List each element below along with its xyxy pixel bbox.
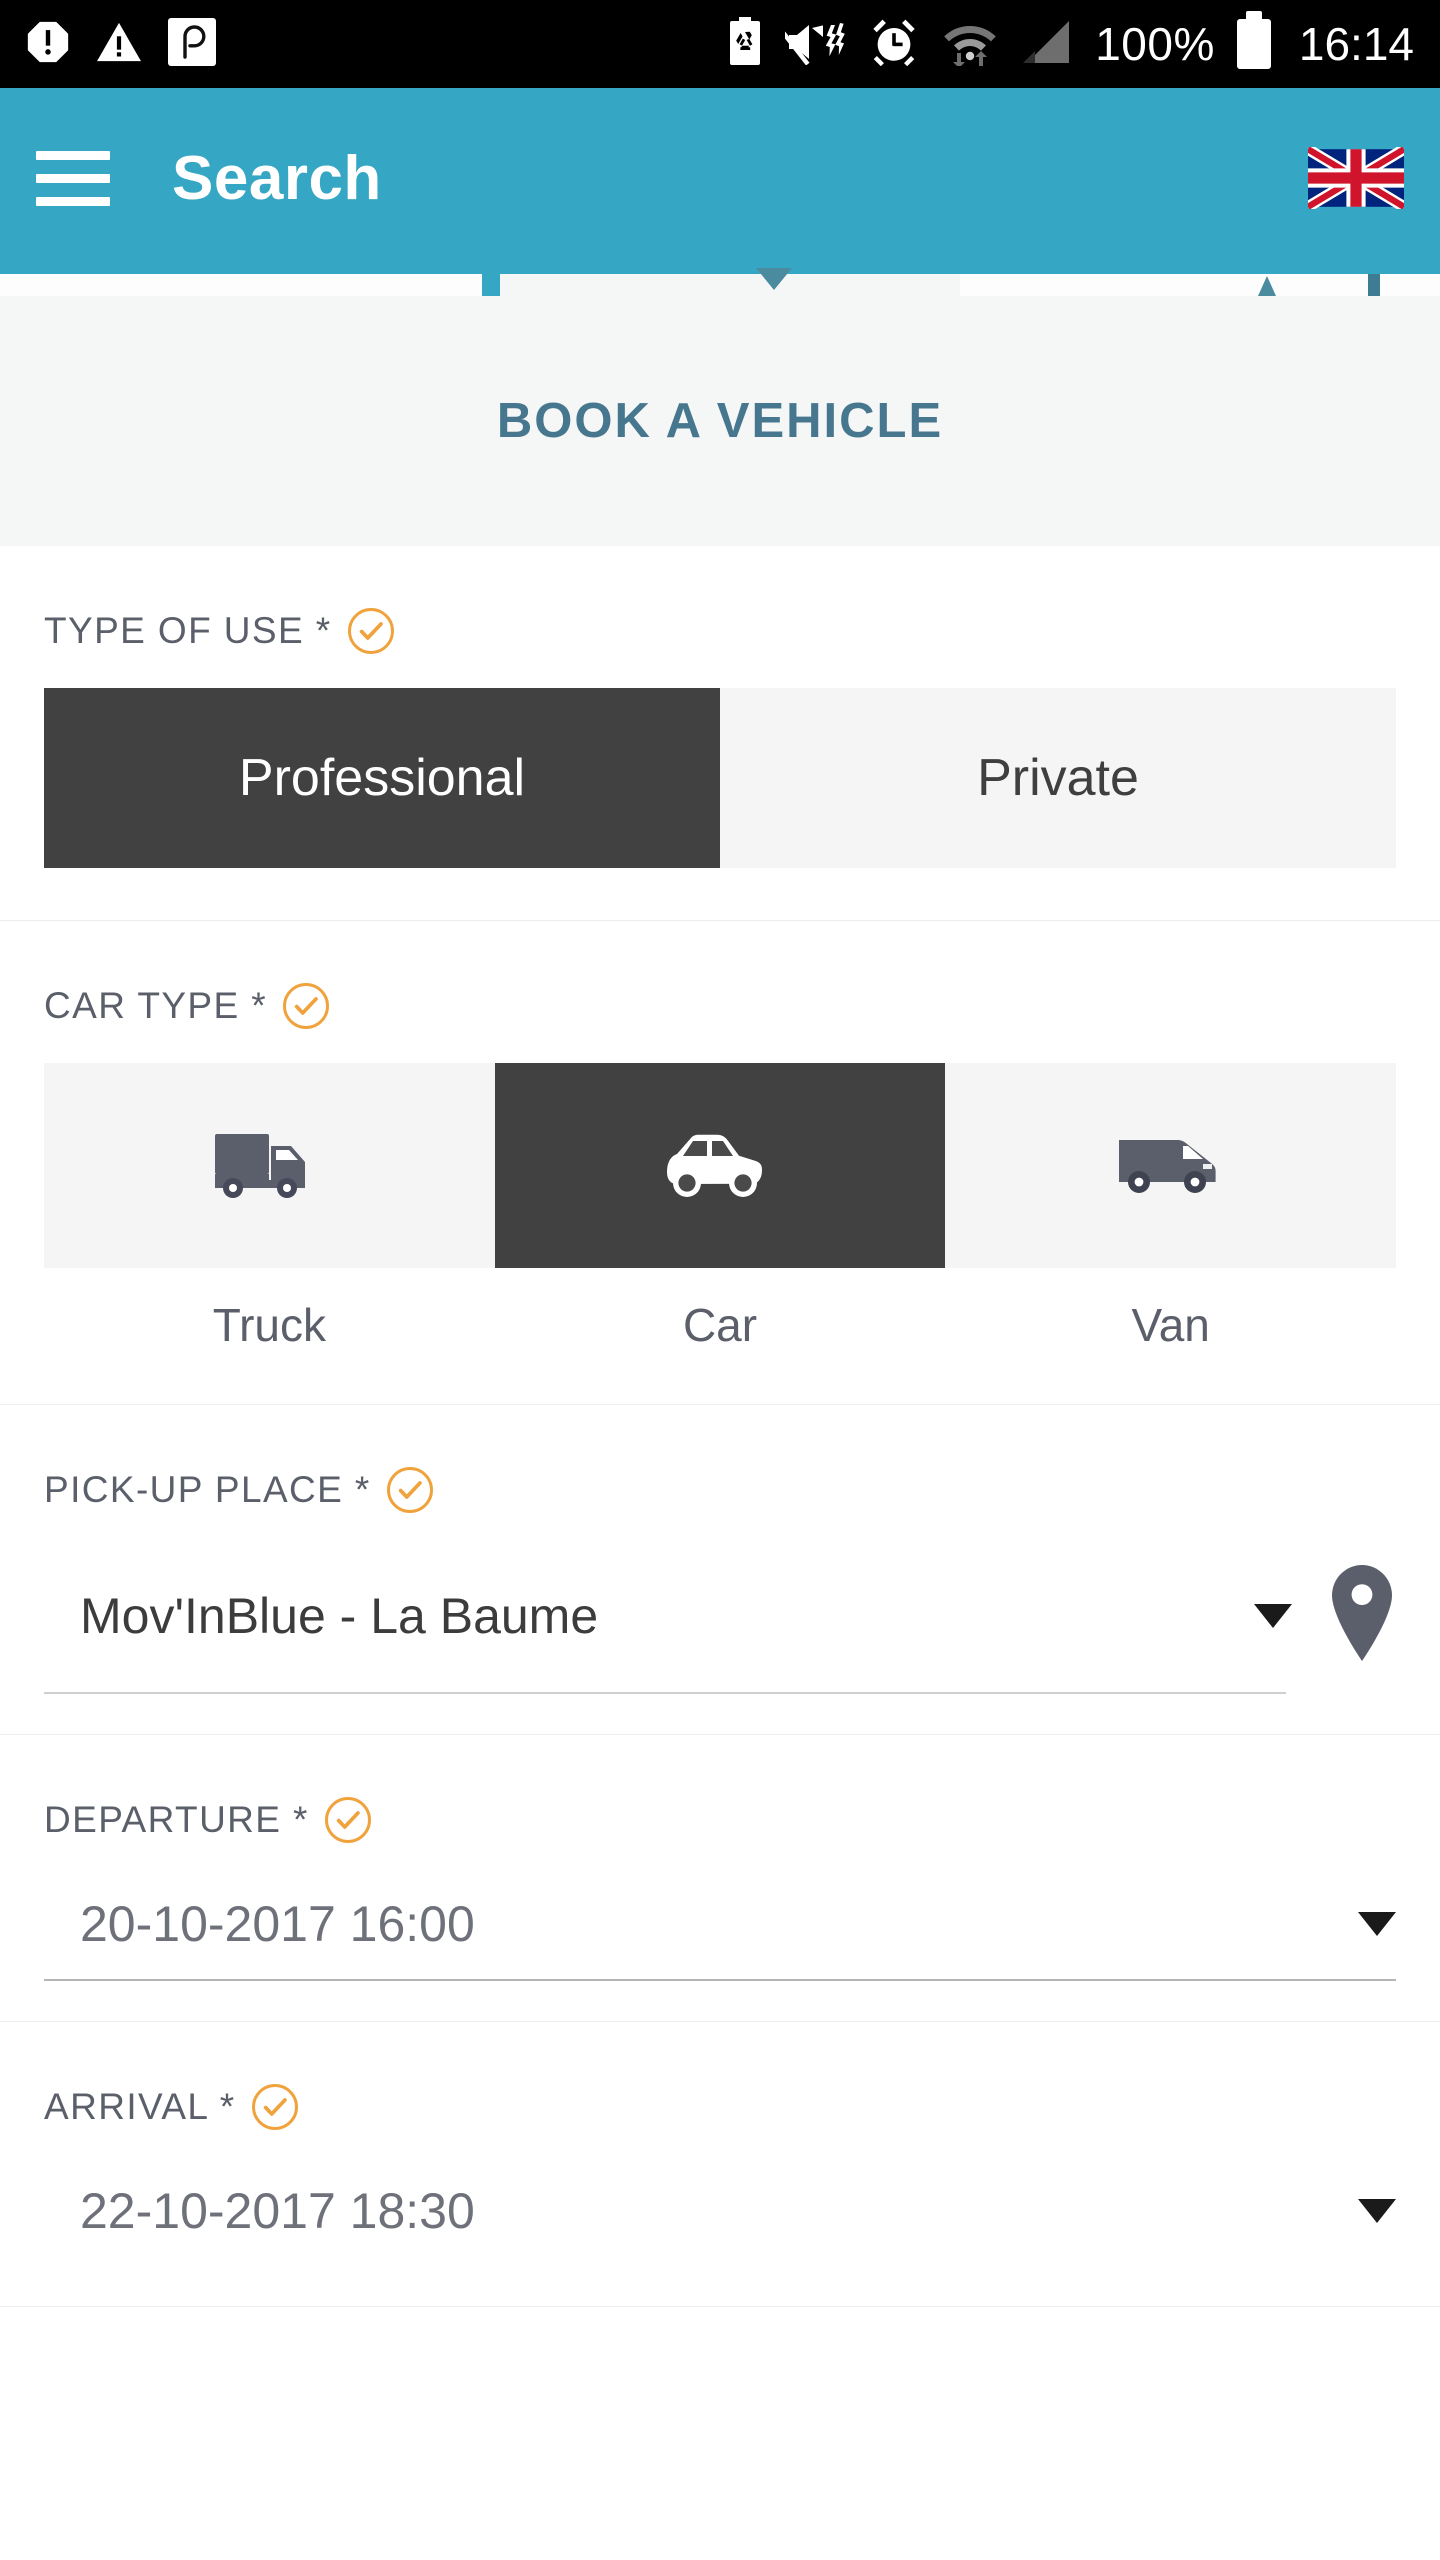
van-label: Van <box>1131 1299 1210 1351</box>
status-bar-right-icons: 100% 16:14 <box>727 11 1414 72</box>
section-type-of-use: TYPE OF USE * Professional Private <box>0 546 1440 921</box>
tab-fragment-mid[interactable] <box>500 274 970 296</box>
caret-down-icon[interactable] <box>1358 1912 1396 1936</box>
pickup-place-field[interactable]: Mov'InBlue - La Baume <box>44 1547 1396 1692</box>
car-tile <box>494 1063 946 1268</box>
status-bar: 100% 16:14 <box>0 0 1440 88</box>
truck-tile <box>44 1063 495 1268</box>
wifi-icon <box>941 18 999 71</box>
pickup-place-label-row: PICK-UP PLACE * <box>44 1467 1396 1513</box>
section-pickup-place: PICK-UP PLACE * Mov'InBlue - La Baume <box>0 1405 1440 1735</box>
pickup-place-underline <box>44 1692 1286 1694</box>
app-p-icon <box>168 17 216 71</box>
check-circle-icon <box>283 983 330 1029</box>
section-arrival: ARRIVAL * 22-10-2017 18:30 <box>0 2022 1440 2307</box>
departure-label: DEPARTURE * <box>44 1799 309 1840</box>
page-title: Search <box>172 143 382 213</box>
uk-flag-icon[interactable] <box>1305 144 1407 212</box>
tab-marker-icon <box>1368 274 1380 296</box>
caret-down-icon[interactable] <box>1358 2199 1396 2223</box>
caret-down-icon[interactable] <box>1254 1603 1292 1628</box>
section-car-type: CAR TYPE * Truck Car Van <box>0 921 1440 1405</box>
van-tile <box>945 1063 1397 1268</box>
arrival-value: 22-10-2017 18:30 <box>80 2183 475 2239</box>
chevron-up-icon <box>1258 276 1276 296</box>
car-label: Car <box>682 1299 758 1351</box>
alarm-clock-icon <box>869 18 919 71</box>
warning-triangle-icon <box>96 21 142 68</box>
check-circle-icon <box>251 2084 298 2130</box>
type-of-use-label: TYPE OF USE * <box>44 610 332 651</box>
battery-icon <box>1236 11 1271 69</box>
status-bar-left-icons <box>26 17 216 71</box>
car-type-label: CAR TYPE * <box>44 985 268 1026</box>
section-header: BOOK A VEHICLE <box>0 296 1440 546</box>
tab-fragment-left[interactable] <box>0 274 482 296</box>
battery-percent-label: 100% <box>1095 18 1215 70</box>
car-type-option-truck[interactable]: Truck <box>44 1063 495 1352</box>
type-of-use-segmented-control: Professional Private <box>44 688 1396 868</box>
app-bar: Search <box>0 88 1440 268</box>
car-icon <box>655 1124 785 1207</box>
battery-saver-icon <box>727 16 763 72</box>
type-of-use-label-row: TYPE OF USE * <box>44 608 1396 654</box>
arrival-label: ARRIVAL * <box>44 2086 236 2127</box>
departure-label-row: DEPARTURE * <box>44 1797 1396 1843</box>
hamburger-menu-icon[interactable] <box>36 150 110 206</box>
book-a-vehicle-title: BOOK A VEHICLE <box>496 394 944 448</box>
car-type-picker: Truck Car Van <box>44 1063 1397 1352</box>
pickup-place-value: Mov'InBlue - La Baume <box>80 1587 599 1644</box>
segment-private[interactable]: Private <box>720 688 1396 868</box>
tab-strip-partial <box>0 268 1440 296</box>
segment-professional[interactable]: Professional <box>44 688 720 868</box>
van-icon <box>1111 1124 1231 1207</box>
cell-signal-icon <box>1021 19 1073 70</box>
departure-field[interactable]: 20-10-2017 16:00 <box>44 1877 1396 1979</box>
truck-label: Truck <box>212 1299 326 1351</box>
pickup-place-label: PICK-UP PLACE * <box>44 1469 371 1510</box>
mute-vibrate-icon <box>775 19 847 70</box>
chevron-down-icon <box>756 268 792 290</box>
check-circle-icon <box>347 608 394 654</box>
departure-value: 20-10-2017 16:00 <box>80 1896 475 1952</box>
arrival-field[interactable]: 22-10-2017 18:30 <box>44 2164 1396 2266</box>
departure-underline <box>44 1979 1396 1981</box>
alert-octagon-icon <box>26 20 70 69</box>
clock-label: 16:14 <box>1298 18 1414 70</box>
car-type-label-row: CAR TYPE * <box>44 983 1396 1029</box>
truck-icon <box>209 1124 329 1207</box>
section-departure: DEPARTURE * 20-10-2017 16:00 <box>0 1735 1440 2022</box>
car-type-option-car[interactable]: Car <box>494 1063 946 1352</box>
check-circle-icon <box>324 1797 371 1843</box>
map-pin-icon[interactable] <box>1328 1565 1396 1666</box>
car-type-option-van[interactable]: Van <box>945 1063 1397 1352</box>
arrival-label-row: ARRIVAL * <box>44 2084 1396 2130</box>
app-screen: 100% 16:14 Search BOOK A VEHICLE TYPE OF… <box>0 0 1440 2560</box>
check-circle-icon <box>386 1467 433 1513</box>
